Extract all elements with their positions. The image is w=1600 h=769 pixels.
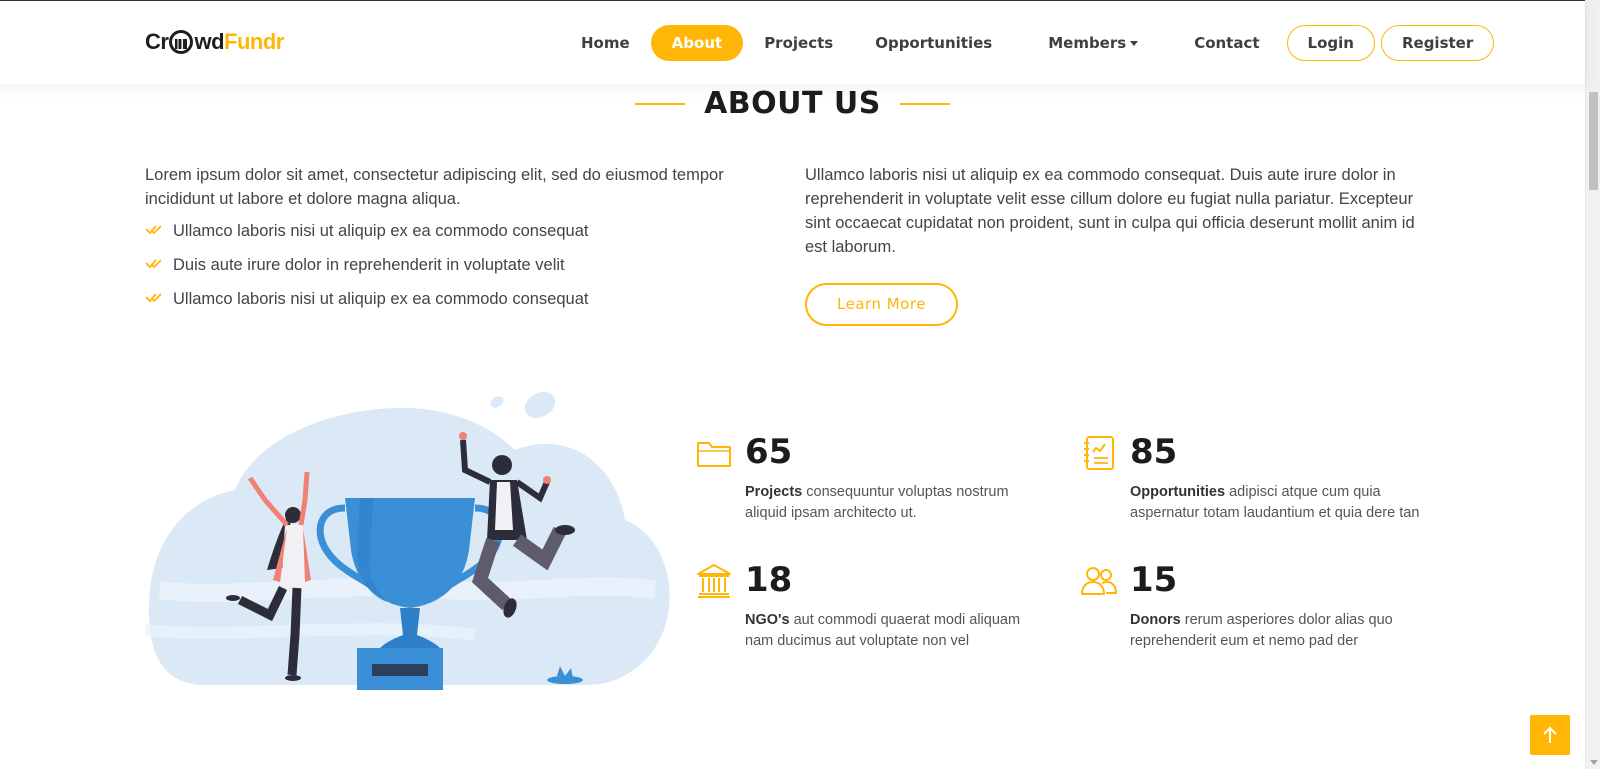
arrow-up-icon	[1543, 726, 1557, 743]
caret-down-icon	[1130, 41, 1139, 46]
double-check-icon	[145, 287, 165, 311]
main-nav: Home About Projects Opportunities Member…	[560, 25, 1495, 61]
double-check-icon	[145, 253, 165, 277]
page-scrollbar[interactable]	[1585, 0, 1600, 769]
stat-label: NGO's	[745, 612, 790, 628]
stat-label: Opportunities	[1130, 484, 1226, 500]
bank-icon	[695, 562, 733, 600]
title-line-left	[634, 102, 685, 105]
stat-description: Opportunities adipisci atque cum quia as…	[1130, 482, 1430, 524]
nav-members-dropdown[interactable]: Members	[1013, 25, 1173, 61]
about-body-text: Ullamco laboris nisi ut aliquip ex ea co…	[805, 166, 1415, 256]
nav-contact[interactable]: Contact	[1173, 25, 1280, 61]
about-intro-text: Lorem ipsum dolor sit amet, consectetur …	[145, 166, 724, 208]
scroll-down-arrow-icon[interactable]	[1590, 760, 1598, 765]
back-to-top-button[interactable]	[1530, 715, 1570, 755]
logo-text-start: Cr	[145, 29, 169, 54]
about-us-heading: ABOUT US	[704, 86, 881, 121]
stat-label: Projects	[745, 484, 803, 500]
folder-icon	[695, 434, 733, 472]
stat-description: Donors rerum asperiores dolor alias quo …	[1130, 610, 1430, 652]
list-item-text: Ullamco laboris nisi ut aliquip ex ea co…	[173, 222, 589, 240]
logo-text-end: Fundr	[224, 29, 284, 54]
login-button[interactable]: Login	[1286, 25, 1375, 61]
list-item-text: Duis aute irure dolor in reprehenderit i…	[173, 256, 565, 274]
stat-number: 85	[1130, 432, 1178, 472]
nav-members-label: Members	[1048, 34, 1127, 52]
section-title: ABOUT US	[0, 86, 1585, 121]
stat-description: NGO's aut commodi quaerat modi aliquam n…	[745, 610, 1045, 652]
trophy-celebration-illustration	[144, 390, 675, 700]
nav-opportunities[interactable]: Opportunities	[854, 25, 1013, 61]
logo-o-icon	[169, 30, 194, 54]
register-button[interactable]: Register	[1380, 25, 1495, 61]
nav-home[interactable]: Home	[560, 25, 651, 61]
list-item: Duis aute irure dolor in reprehenderit i…	[145, 253, 755, 277]
title-line-right	[900, 102, 950, 105]
feature-checklist: Ullamco laboris nisi ut aliquip ex ea co…	[145, 219, 755, 311]
stat-number: 15	[1130, 560, 1178, 600]
document-chart-icon	[1080, 434, 1118, 472]
about-right-column: Ullamco laboris nisi ut aliquip ex ea co…	[805, 163, 1440, 326]
stat-number: 65	[745, 432, 793, 472]
stat-label: Donors	[1130, 612, 1181, 628]
logo-text-middle: wd	[194, 29, 225, 54]
crowdfundr-logo[interactable]: Cr wd Fundr	[145, 29, 284, 55]
stat-description: Projects consequuntur voluptas nostrum a…	[745, 482, 1045, 524]
scrollbar-thumb[interactable]	[1589, 92, 1598, 190]
site-header: Cr wd Fundr Home About Projects Opportun…	[0, 0, 1585, 84]
nav-projects[interactable]: Projects	[743, 25, 854, 61]
people-icon	[1080, 562, 1118, 600]
learn-more-button[interactable]: Learn More	[805, 283, 958, 326]
nav-about[interactable]: About	[650, 25, 744, 61]
list-item: Ullamco laboris nisi ut aliquip ex ea co…	[145, 287, 755, 311]
list-item-text: Ullamco laboris nisi ut aliquip ex ea co…	[173, 290, 589, 308]
stat-number: 18	[745, 560, 793, 600]
double-check-icon	[145, 219, 165, 243]
list-item: Ullamco laboris nisi ut aliquip ex ea co…	[145, 219, 755, 243]
about-left-column: Lorem ipsum dolor sit amet, consectetur …	[145, 163, 755, 321]
